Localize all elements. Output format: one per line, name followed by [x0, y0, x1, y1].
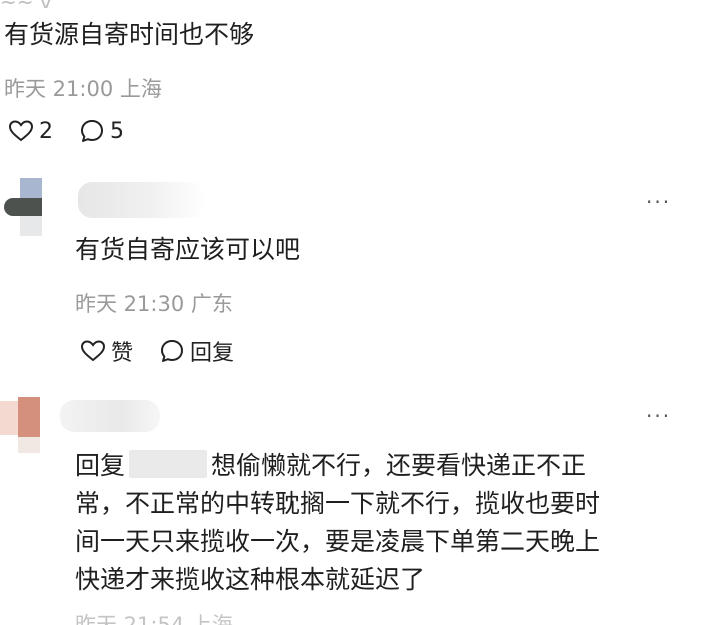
- reply-line-1: 想偷懒就不行，还要看快递正不正: [211, 451, 587, 480]
- comment-bubble-icon: [161, 340, 184, 362]
- more-options-button[interactable]: ···: [646, 404, 671, 428]
- reply-meta: 昨天 21:30 广东: [75, 288, 233, 318]
- reply-button[interactable]: 回复: [159, 335, 234, 367]
- username-redacted[interactable]: [60, 400, 160, 432]
- reply-text: 回复 想偷懒就不行，还要看快递正不正 常，不正常的中转耽搁一下就不行，揽收也要时 …: [75, 447, 675, 599]
- more-options-button[interactable]: ···: [646, 190, 671, 214]
- reply-count: 5: [110, 118, 124, 144]
- reply-text: 有货自寄应该可以吧: [75, 235, 301, 264]
- like-label: 赞: [111, 341, 134, 366]
- reply-line-2: 常，不正常的中转耽搁一下就不行，揽收也要时: [75, 489, 601, 518]
- heart-icon: [8, 120, 34, 142]
- reply-count-button[interactable]: 5: [79, 118, 124, 144]
- avatar[interactable]: [2, 178, 42, 236]
- mentioned-user-redacted[interactable]: [129, 450, 208, 478]
- reply-line: 回复 想偷懒就不行，还要看快递正不正: [75, 447, 675, 485]
- comment-meta: 昨天 21:00 上海: [4, 73, 162, 103]
- reply-line-4: 快递才来揽收这种根本就延迟了: [75, 565, 426, 594]
- previous-content-cutoff: ~~ y: [0, 0, 60, 8]
- reply-line-3: 间一天只来揽收一次，要是凌晨下单第二天晚上: [75, 527, 601, 556]
- comment-text: 有货源自寄时间也不够: [4, 20, 255, 49]
- like-count: 2: [39, 118, 53, 144]
- like-button[interactable]: 赞: [80, 335, 133, 367]
- avatar[interactable]: [0, 395, 40, 453]
- reply-prefix: 回复: [75, 451, 126, 480]
- like-button[interactable]: 2: [8, 119, 53, 144]
- comment-actions: 2 5: [8, 118, 150, 144]
- comment-time: 昨天 21:00: [4, 77, 114, 101]
- reply-label: 回复: [190, 341, 235, 366]
- reply-meta-cutoff: 昨天 21:54 上海: [75, 613, 233, 625]
- comment-location: 上海: [119, 77, 162, 101]
- reply-location: 广东: [190, 292, 233, 316]
- reply-actions: 赞 回复: [80, 335, 260, 367]
- comment-bubble-icon: [81, 120, 103, 142]
- comment-thread: ~~ y 有货源自寄时间也不够 昨天 21:00 上海 2 5 ··· 有货自寄…: [0, 0, 712, 625]
- heart-icon: [80, 340, 106, 362]
- reply-time: 昨天 21:30: [75, 292, 185, 316]
- username-redacted[interactable]: [78, 182, 206, 218]
